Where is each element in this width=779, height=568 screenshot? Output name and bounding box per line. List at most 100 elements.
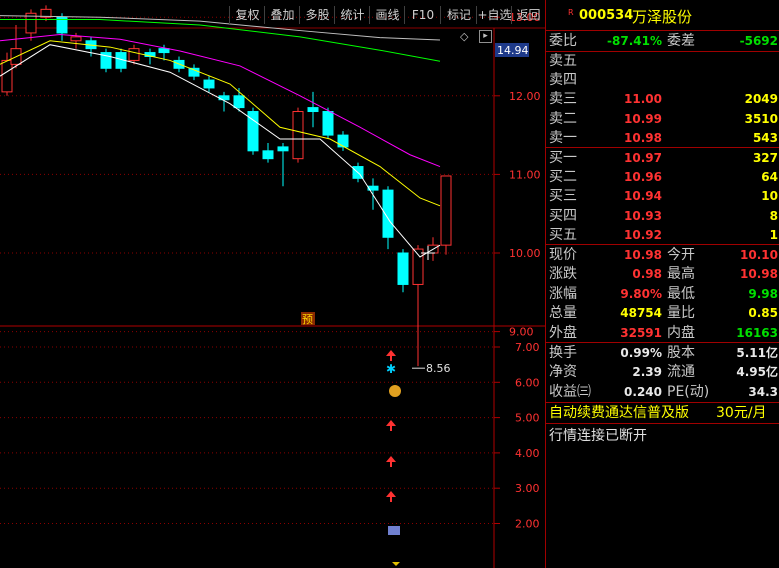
fund-label: 净资 [549,364,577,381]
sells-volume: 3510 [744,111,778,126]
sub-axis-label: 4.00 [515,447,540,460]
price-axis-label: 11.00 [509,168,541,181]
quote-panel: R 000534 万泽股份 委比 -87.41% 委差 -5692 卖五卖四卖三… [545,0,779,568]
sells-price: 10.99 [624,111,662,126]
candle-body [203,79,215,89]
yu-badge-label: 预 [302,313,313,326]
sells-row: 卖二 10.99 3510 [546,110,779,129]
stats-value: 10.98 [740,267,778,282]
fund-label: 收益㈢ [549,383,591,400]
restore-rights-button[interactable]: 复权 [229,6,265,24]
stock-code: 000534 [579,8,634,23]
stats-value: 10.10 [740,248,778,262]
weibi-value: -87.41% [607,34,662,48]
fund-value: 4.95亿 [736,365,778,380]
weicha-value: -5692 [739,34,778,48]
sells-price: 10.98 [624,130,662,145]
ma20-line [0,33,441,168]
ad-text: 自动续费通达信普及版 [549,405,689,421]
sells-label: 卖一 [549,129,577,146]
fund-value: 0.240 [624,384,662,399]
fund-value: 34.3 [748,384,778,399]
kline-chart[interactable]: 14.0013.0012.0011.0010.009.0014.947.006.… [0,0,545,568]
stats-label: 今开 [667,247,695,263]
statistics-button[interactable]: 统计 [334,6,370,24]
diamond-icon[interactable]: ◇ [460,30,468,43]
fund-row: 换手 0.99% 股本 5.11亿 [546,344,779,363]
stats-value: 16163 [736,325,778,340]
weibi-row: 委比 -87.41% 委差 -5692 [549,33,778,49]
fund-row: 净资 2.39 流通 4.95亿 [546,363,779,382]
sells-volume: 2049 [744,92,778,107]
r-flag: R [568,8,574,17]
candle-body [337,134,349,148]
fund-label: 换手 [549,345,577,361]
mark-button[interactable]: 标记 [440,6,477,24]
stats-label: 外盘 [549,324,577,341]
drawing-button[interactable]: 画线 [369,6,405,24]
overlay-button[interactable]: 叠加 [264,6,300,24]
candle-body [158,48,170,54]
sells-label: 卖二 [549,110,577,127]
sells-label: 卖四 [549,72,577,89]
current-price-label: 14.94 [497,44,529,57]
add-watchlist-button[interactable]: +自选 [476,6,512,24]
stats-label: 最低 [667,285,695,302]
sells-label: 卖五 [549,53,577,69]
fund-label: 股本 [667,345,695,361]
buys-volume: 10 [761,189,778,204]
panel-toggle-button[interactable]: ▸ [479,30,492,43]
stats-value: 10.98 [624,248,662,262]
buys-volume: 8 [769,208,778,223]
sells-label: 卖三 [549,91,577,108]
fund-value: 2.39 [632,365,662,380]
buys-label: 买四 [549,207,577,224]
fund-label: PE(动) [667,383,710,400]
candle-body [292,111,304,160]
candle-body [1,59,13,93]
ma5-line [0,44,441,258]
sub-axis-label: 3.00 [515,482,540,495]
ad-banner[interactable]: 自动续费通达信普及版 30元/月 [546,403,779,423]
fund-value: 5.11亿 [736,346,778,360]
sub-axis-label: 2.00 [515,518,540,531]
buys-row: 买二 10.96 64 [546,168,779,187]
candle-body [397,252,409,285]
sub-axis-label: 6.00 [515,376,540,389]
buys-price: 10.97 [624,151,662,165]
buys-row: 买四 10.93 8 [546,207,779,226]
buys-volume: 64 [761,170,778,185]
stats-row: 现价 10.98 今开 10.10 [546,246,779,265]
stats-value: 32591 [620,325,662,340]
buys-row: 买三 10.94 10 [546,187,779,206]
candle-body [262,150,274,160]
price-axis-label: 9.00 [509,326,534,339]
buys-row: 买一 10.97 327 [546,149,779,168]
stats-row: 总量 48754 量比 0.85 [546,304,779,323]
stats-value: 0.98 [632,267,662,282]
candle-body [233,95,245,109]
buys-price: 10.92 [624,227,662,242]
stats-value: 9.80% [620,286,662,301]
back-button[interactable]: 返回 [511,6,545,24]
stats-label: 总量 [549,305,577,322]
buys-volume: 1 [769,227,778,242]
connection-status: 行情连接已断开 [549,428,647,444]
candle-body [440,175,452,246]
buys-label: 买五 [549,226,577,243]
fund-row: 收益㈢ 0.240 PE(动) 34.3 [546,383,779,402]
multi-stock-button[interactable]: 多股 [299,6,335,24]
chart-area[interactable]: 14.0013.0012.0011.0010.009.0014.947.006.… [0,0,545,568]
buys-label: 买二 [549,169,577,186]
price-axis-label: 10.00 [509,247,541,260]
sub-axis-label: 7.00 [515,341,540,354]
stats-row: 涨幅 9.80% 最低 9.98 [546,285,779,304]
buys-price: 10.96 [624,170,662,185]
sells-row: 卖五 [546,52,779,71]
stats-label: 现价 [549,247,577,263]
fund-value: 0.99% [620,346,662,360]
f10-button[interactable]: F10 [404,6,441,24]
stock-header: R 000534 万泽股份 [546,0,779,30]
low-marker-label: 8.56 [426,362,451,375]
candle-body [70,36,82,42]
